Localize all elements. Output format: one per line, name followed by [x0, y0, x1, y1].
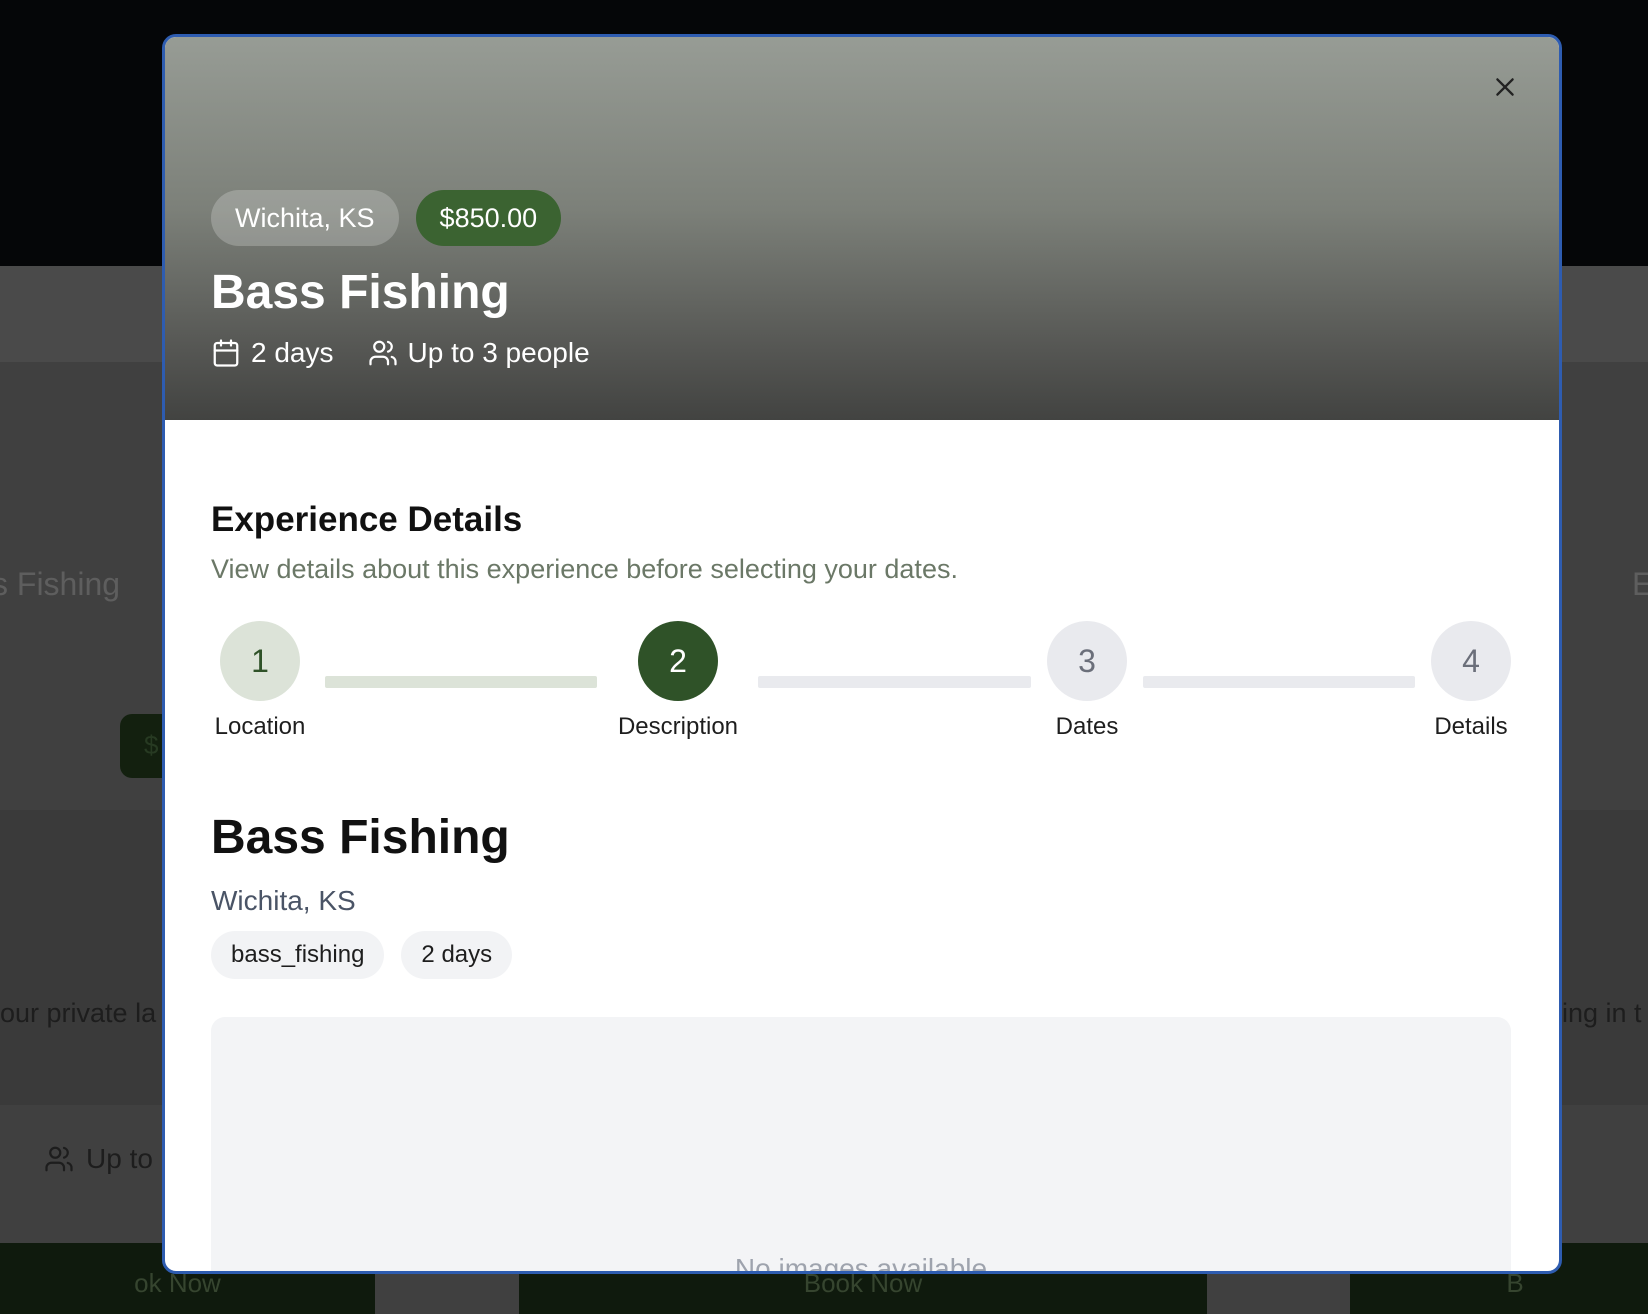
background-card-description: ing in t: [1562, 998, 1642, 1028]
location-badge: Wichita, KS: [211, 190, 399, 246]
step-1-label: Location: [214, 713, 306, 740]
calendar-icon: [213, 339, 239, 367]
experience-location: Wichita, KS: [211, 885, 356, 916]
users-icon: [45, 1146, 73, 1172]
background-card-title: E: [1632, 566, 1648, 602]
step-connector: [1143, 676, 1415, 688]
users-icon: [368, 340, 397, 366]
hero-title: Bass Fishing: [211, 266, 510, 319]
step-3-label: Dates: [1055, 713, 1119, 740]
hero-meta: 2 days Up to 3 people: [211, 337, 624, 369]
modal-hero: Wichita, KS $850.00 Bass Fishing 2 days …: [165, 37, 1559, 420]
experience-modal: Wichita, KS $850.00 Bass Fishing 2 days …: [162, 34, 1562, 1274]
step-connector: [758, 676, 1031, 688]
close-icon: [1496, 78, 1514, 96]
experience-tags: bass_fishing 2 days: [211, 931, 513, 979]
section-title: Experience Details: [211, 500, 523, 539]
image-gallery: No images available: [211, 1017, 1511, 1274]
step-2-indicator[interactable]: 2: [638, 621, 718, 701]
duration-text: 2 days: [251, 337, 334, 368]
section-subtitle: View details about this experience befor…: [211, 554, 958, 584]
booking-stepper: 1 Location 2 Description 3 Dates 4 Detai…: [211, 621, 1511, 751]
background-card-title: s Fishing: [0, 566, 121, 602]
capacity-info: Up to 3 people: [368, 337, 590, 369]
tag-chip: 2 days: [401, 931, 513, 979]
step-4-indicator[interactable]: 4: [1431, 621, 1511, 701]
close-button[interactable]: [1485, 67, 1525, 107]
step-1-indicator[interactable]: 1: [220, 621, 300, 701]
step-connector: [325, 676, 597, 688]
background-card-capacity: Up to: [44, 1143, 153, 1175]
step-2-label: Description: [617, 713, 739, 740]
experience-title: Bass Fishing: [211, 811, 510, 864]
gallery-empty-message: No images available: [734, 1253, 988, 1274]
price-badge: $850.00: [415, 190, 562, 246]
background-card-description: our private la: [0, 998, 157, 1028]
step-4-label: Details: [1434, 713, 1508, 740]
capacity-text: Up to 3 people: [407, 337, 590, 368]
hero-pills: Wichita, KS $850.00: [211, 190, 562, 246]
tag-chip: bass_fishing: [211, 931, 385, 979]
step-3-indicator[interactable]: 3: [1047, 621, 1127, 701]
duration-info: 2 days: [211, 337, 334, 369]
